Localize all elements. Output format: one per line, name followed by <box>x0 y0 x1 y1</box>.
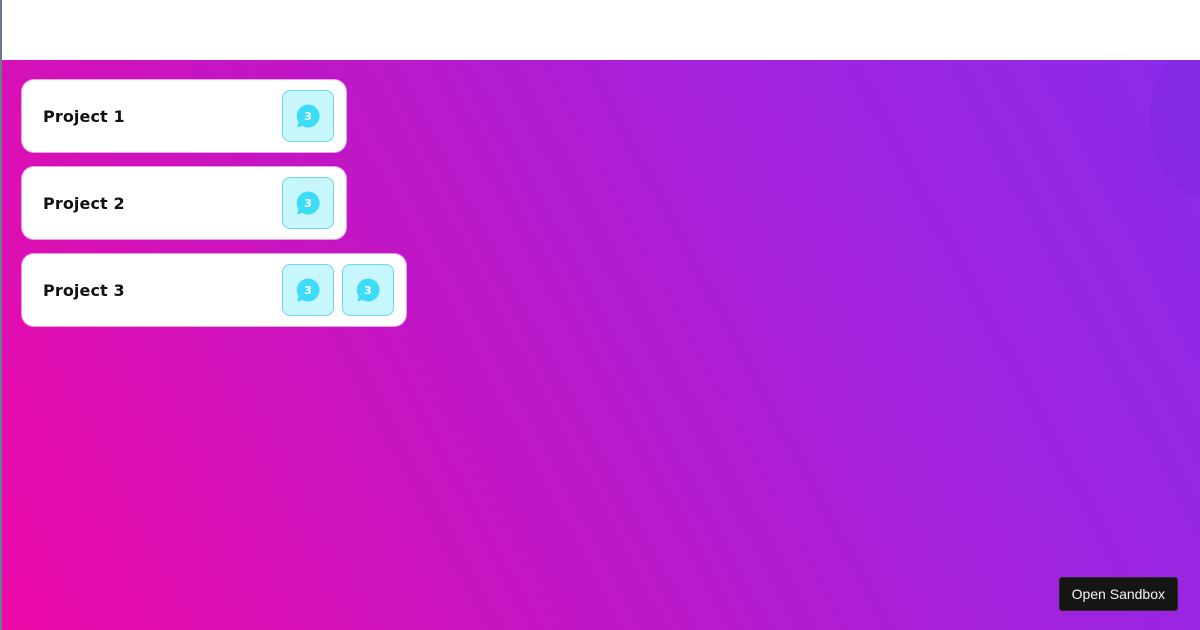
decorative-arc <box>1150 60 1200 200</box>
chat-bubble-icon: 3 <box>356 278 380 302</box>
badge-count: 3 <box>304 110 312 123</box>
chat-bubble-icon: 3 <box>296 191 320 215</box>
chat-bubble-icon: 3 <box>296 104 320 128</box>
comment-badge[interactable]: 3 <box>282 177 334 229</box>
comment-badge[interactable]: 3 <box>282 90 334 142</box>
project-card-1[interactable]: Project 1 3 <box>22 80 346 152</box>
project-title: Project 3 <box>43 280 125 300</box>
top-bar <box>2 0 1200 60</box>
badge-count: 3 <box>304 284 312 297</box>
chat-bubble-icon: 3 <box>296 278 320 302</box>
open-sandbox-button[interactable]: Open Sandbox <box>1058 577 1178 611</box>
badge-count: 3 <box>364 284 372 297</box>
badge-count: 3 <box>304 197 312 210</box>
viewport: Project 1 3 Project 2 3 Project 3 3 3 Op… <box>0 0 1200 630</box>
project-title: Project 2 <box>43 193 125 213</box>
project-title: Project 1 <box>43 106 125 126</box>
project-card-3[interactable]: Project 3 3 3 <box>22 254 406 326</box>
gradient-stage: Project 1 3 Project 2 3 Project 3 3 3 Op… <box>2 60 1200 630</box>
badge-group: 3 <box>282 177 334 229</box>
comment-badge[interactable]: 3 <box>342 264 394 316</box>
badge-group: 3 <box>282 90 334 142</box>
badge-group: 3 3 <box>282 264 394 316</box>
comment-badge[interactable]: 3 <box>282 264 334 316</box>
project-card-2[interactable]: Project 2 3 <box>22 167 346 239</box>
